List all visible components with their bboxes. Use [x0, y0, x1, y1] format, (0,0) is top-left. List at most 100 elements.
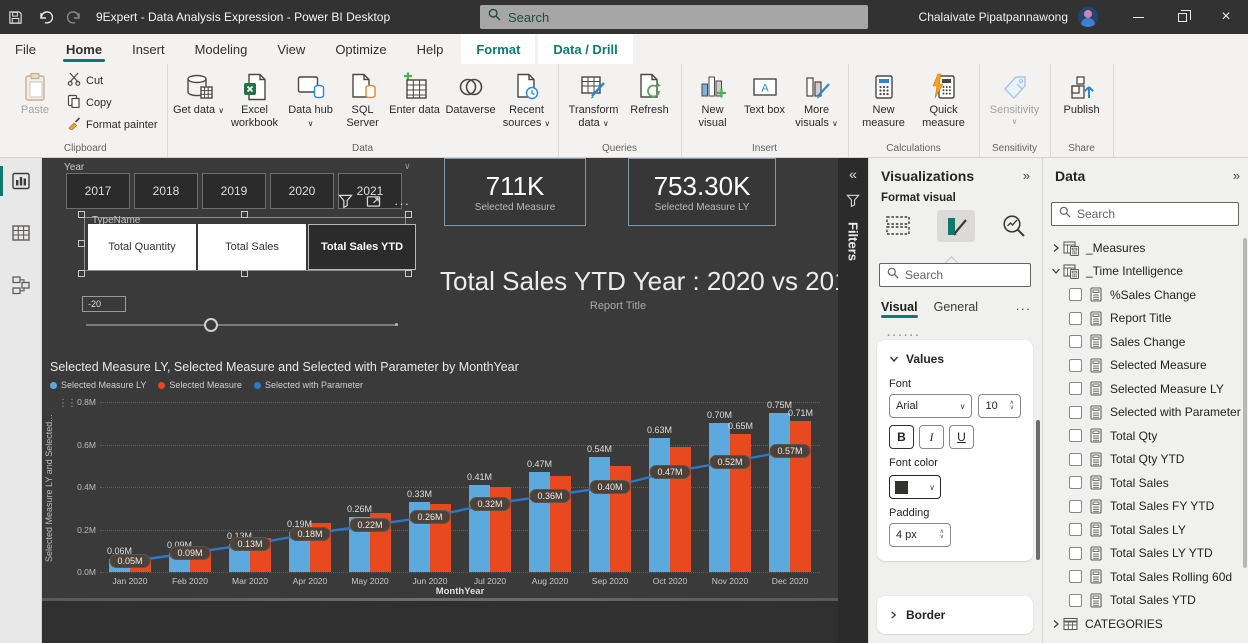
tab-insert[interactable]: Insert	[117, 34, 180, 64]
parameter-value-input[interactable]: -20	[82, 296, 126, 312]
field-checkbox[interactable]	[1069, 359, 1082, 372]
publish-button[interactable]: Publish	[1056, 68, 1108, 117]
new-visual-button[interactable]: New visual	[687, 68, 739, 130]
data-tree-item-total-sales-ly-ytd[interactable]: Total Sales LY YTD	[1043, 542, 1243, 566]
data-tree-item-total-sales[interactable]: Total Sales	[1043, 471, 1243, 495]
data-tree-item-total-sales-ytd[interactable]: Total Sales YTD	[1043, 589, 1243, 613]
more-visuals-button[interactable]: More visuals ∨	[791, 68, 843, 130]
data-hub-button[interactable]: Data hub ∨	[285, 68, 337, 130]
data-tree-item-sales-change[interactable]: Sales Change	[1043, 330, 1243, 354]
font-family-select[interactable]: Arial ∨	[889, 394, 972, 418]
year-button-2019[interactable]: 2019	[202, 173, 266, 209]
restore-button[interactable]	[1160, 0, 1204, 34]
data-search-box[interactable]	[1051, 202, 1239, 226]
legend-item[interactable]: Selected Measure LY	[50, 380, 146, 390]
selection-handle[interactable]	[78, 240, 85, 247]
account-name[interactable]: Chalaivate Pipatpannawong	[919, 10, 1068, 24]
tab-help[interactable]: Help	[402, 34, 459, 64]
padding-spinner[interactable]: 4 px ∧∨	[889, 523, 951, 547]
kpi-card-selected-measure[interactable]: 711K Selected Measure	[444, 158, 586, 226]
selection-handle[interactable]	[241, 270, 248, 277]
slicer-dropdown-chevron-icon[interactable]: ∨	[404, 161, 411, 172]
data-search-input[interactable]	[1077, 207, 1231, 221]
legend-item[interactable]: Selected with Parameter	[254, 380, 363, 390]
data-tree-item-total-sales-rolling-60d[interactable]: Total Sales Rolling 60d	[1043, 565, 1243, 589]
format-tabs-more-icon[interactable]: ···	[1016, 302, 1032, 316]
format-pane-scrollbar[interactable]	[1036, 420, 1040, 560]
close-button[interactable]: ×	[1204, 0, 1248, 34]
refresh-button[interactable]: Refresh	[624, 68, 676, 117]
dataverse-button[interactable]: Dataverse	[441, 68, 501, 117]
save-icon[interactable]	[0, 0, 30, 34]
slider-track[interactable]	[86, 324, 398, 326]
legend-item[interactable]: Selected Measure	[158, 380, 242, 390]
field-checkbox[interactable]	[1069, 429, 1082, 442]
filters-pane-label[interactable]: Filters	[846, 222, 861, 261]
border-section-header[interactable]: Border	[877, 596, 1033, 634]
data-tree-item-total-qty-ytd[interactable]: Total Qty YTD	[1043, 448, 1243, 472]
cut-button[interactable]: Cut	[63, 71, 162, 90]
tab-view[interactable]: View	[262, 34, 320, 64]
model-view-button[interactable]	[4, 270, 38, 300]
copy-button[interactable]: Copy	[63, 93, 162, 112]
table-view-button[interactable]	[4, 218, 38, 248]
field-checkbox[interactable]	[1069, 335, 1082, 348]
sensitivity-button[interactable]: Sensitivity ∨	[985, 68, 1045, 126]
tab-visual[interactable]: Visual	[881, 300, 918, 318]
format-search-input[interactable]	[905, 268, 1023, 282]
account-avatar[interactable]	[1078, 7, 1098, 27]
selection-handle[interactable]	[405, 270, 412, 277]
font-size-spinner[interactable]: 10 ∧∨	[978, 394, 1021, 418]
field-checkbox[interactable]	[1069, 570, 1082, 583]
collapse-pane-icon[interactable]: »	[1023, 168, 1030, 183]
combo-chart-visual[interactable]: Selected Measure LY, Selected Measure an…	[42, 358, 838, 600]
field-checkbox[interactable]	[1069, 312, 1082, 325]
spinner-arrows-icon[interactable]: ∧∨	[1010, 401, 1014, 411]
parameter-slider[interactable]	[86, 316, 398, 334]
font-color-picker[interactable]: ∨	[889, 475, 941, 499]
ribbon-search-box[interactable]	[480, 5, 868, 29]
chevron-right-icon[interactable]	[1049, 243, 1063, 253]
minimize-button[interactable]	[1116, 0, 1160, 34]
field-checkbox[interactable]	[1069, 453, 1082, 466]
field-checkbox[interactable]	[1069, 406, 1082, 419]
data-tree-item-categories[interactable]: CATEGORIES	[1043, 612, 1243, 636]
data-tree-item-total-sales-ly[interactable]: Total Sales LY	[1043, 518, 1243, 542]
year-button-2020[interactable]: 2020	[270, 173, 334, 209]
chevron-down-icon[interactable]	[1049, 266, 1063, 276]
data-tree-item-selected-with-parameter[interactable]: Selected with Parameter	[1043, 401, 1243, 425]
fields-tab-icon[interactable]	[879, 210, 917, 242]
tab-data-drill[interactable]: Data / Drill	[538, 34, 632, 64]
kpi-card-selected-measure-ly[interactable]: 753.30K Selected Measure LY	[628, 158, 776, 226]
data-tree-item-report-title[interactable]: Report Title	[1043, 307, 1243, 331]
slider-knob[interactable]	[204, 318, 218, 332]
values-section-header[interactable]: Values	[877, 340, 1033, 370]
recent-sources-button[interactable]: Recent sources ∨	[501, 68, 553, 130]
format-painter-button[interactable]: Format painter	[63, 115, 162, 134]
tab-format[interactable]: Format	[461, 34, 535, 64]
selection-handle[interactable]	[78, 270, 85, 277]
paste-button[interactable]: Paste	[9, 68, 61, 117]
selection-handle[interactable]	[78, 211, 85, 218]
excel-workbook-button[interactable]: Excel workbook	[225, 68, 285, 130]
sql-server-button[interactable]: SQL Server	[337, 68, 389, 130]
field-checkbox[interactable]	[1069, 288, 1082, 301]
transform-data-button[interactable]: Transform data ∨	[564, 68, 624, 130]
tab-general[interactable]: General	[934, 300, 978, 318]
year-button-2017[interactable]: 2017	[66, 173, 130, 209]
data-tree-item--measures[interactable]: _Measures	[1043, 236, 1243, 260]
trend-line[interactable]	[100, 402, 820, 572]
data-tree-item-total-sales-fy-ytd[interactable]: Total Sales FY YTD	[1043, 495, 1243, 519]
format-search-box[interactable]	[879, 263, 1031, 287]
field-checkbox[interactable]	[1069, 594, 1082, 607]
more-options-icon[interactable]: ···	[394, 196, 410, 211]
data-tree-item-selected-measure-ly[interactable]: Selected Measure LY	[1043, 377, 1243, 401]
format-tab-icon[interactable]	[937, 210, 975, 242]
chevron-right-icon[interactable]	[1049, 619, 1063, 629]
field-checkbox[interactable]	[1069, 523, 1082, 536]
data-tree-item-total-qty[interactable]: Total Qty	[1043, 424, 1243, 448]
report-view-button[interactable]	[4, 166, 38, 196]
filters-funnel-icon[interactable]	[846, 194, 860, 212]
new-measure-button[interactable]: New measure	[854, 68, 914, 130]
field-checkbox[interactable]	[1069, 382, 1082, 395]
